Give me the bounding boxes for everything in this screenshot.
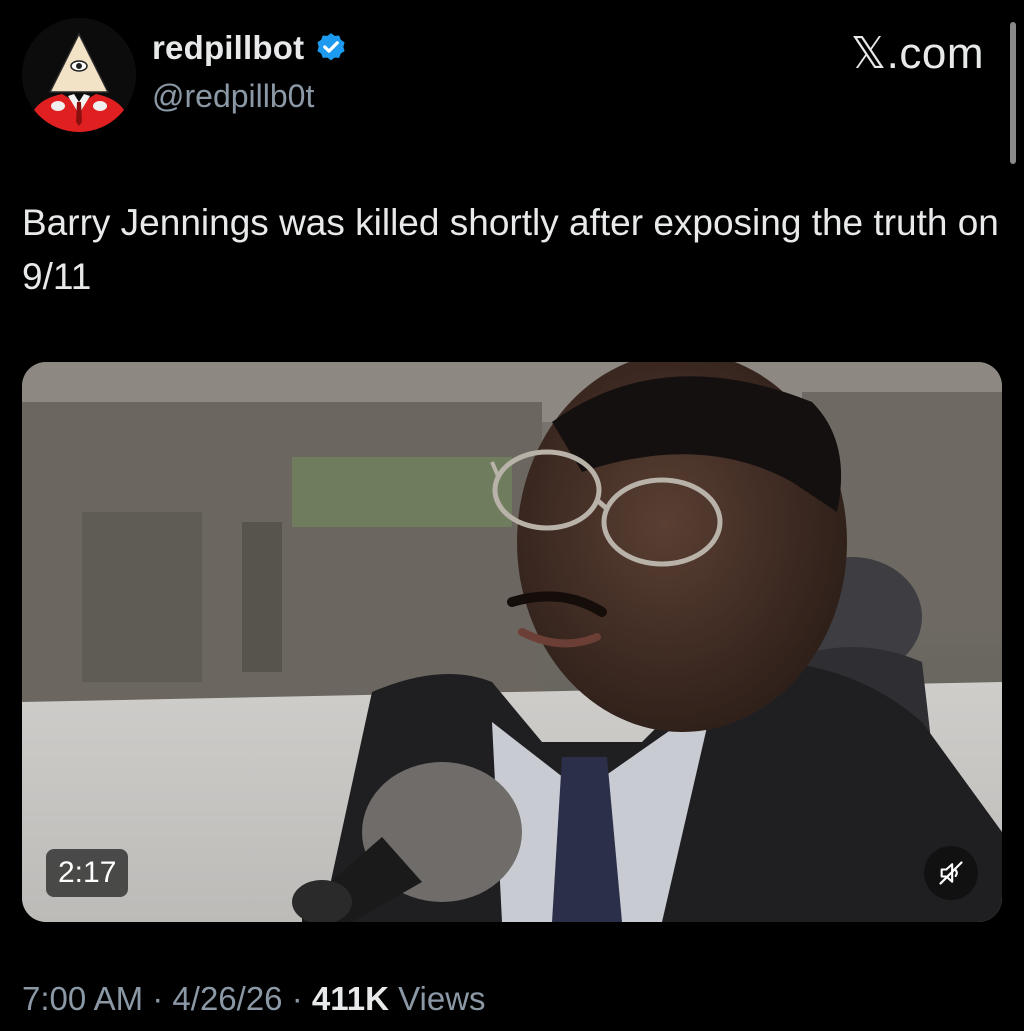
tweet-meta: 7:00 AM · 4/26/26 · 411K Views — [22, 980, 486, 1018]
video-player[interactable]: 2:17 — [22, 362, 1002, 922]
author-handle[interactable]: @redpillb0t — [152, 78, 314, 115]
display-name[interactable]: redpillbot — [152, 29, 304, 67]
video-duration-badge: 2:17 — [46, 849, 129, 897]
meta-separator: · — [291, 980, 303, 1017]
author-name-row: redpillbot — [152, 26, 348, 70]
x-com-watermark: 𝕏.com — [850, 29, 984, 78]
verified-badge-icon — [317, 33, 345, 61]
tweet-date[interactable]: 4/26/26 — [172, 980, 282, 1017]
scrollbar[interactable] — [1010, 22, 1016, 164]
tweet-time[interactable]: 7:00 AM — [22, 980, 143, 1017]
views-count[interactable]: 411K — [312, 980, 389, 1017]
avatar[interactable] — [22, 18, 136, 132]
tweet-text: Barry Jennings was killed shortly after … — [22, 202, 999, 297]
meta-separator: · — [152, 980, 164, 1017]
mute-toggle-button[interactable] — [924, 846, 978, 900]
speaker-muted-icon — [939, 861, 963, 885]
video-frame — [22, 362, 1002, 922]
avatar-image — [22, 18, 136, 132]
views-label: Views — [398, 980, 486, 1017]
